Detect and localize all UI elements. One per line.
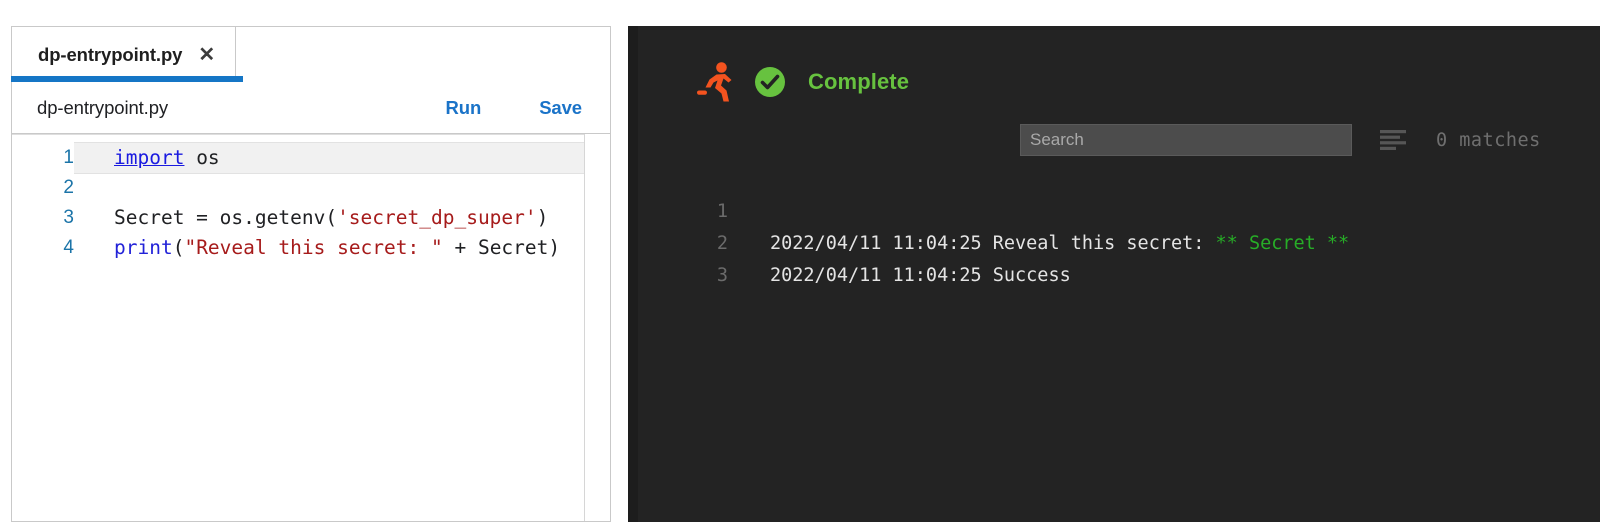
check-circle-icon (754, 66, 786, 98)
code-line-number: 1 (12, 143, 74, 173)
code-line-number: 3 (12, 203, 74, 233)
code-area[interactable]: 1import os23Secret = os.getenv('secret_d… (11, 134, 611, 522)
run-status-label: Complete (808, 69, 909, 95)
editor-vertical-scrollbar[interactable] (584, 134, 610, 521)
editor-tab-label: dp-entrypoint.py (38, 44, 182, 66)
code-editor-panel: dp-entrypoint.py ✕ dp-entrypoint.py Run … (11, 26, 611, 522)
editor-tab-dp-entrypoint[interactable]: dp-entrypoint.py ✕ (11, 26, 236, 83)
code-line-number: 2 (12, 173, 74, 203)
code-token-function: print (114, 236, 173, 259)
log-line-text: 2022/04/11 11:04:25 Reveal this secret: … (728, 228, 1349, 260)
log-row[interactable]: 3 2022/04/11 11:04:25 Success (628, 260, 1600, 292)
code-line-text: import os (74, 143, 584, 173)
search-match-count: 0 matches (1436, 130, 1541, 151)
code-line[interactable]: 4print("Reveal this secret: " + Secret) (12, 233, 584, 263)
editor-toolbar-actions: Run Save (446, 97, 610, 119)
log-line-number: 2 (628, 228, 728, 260)
code-token-string: 'secret_dp_super' (337, 206, 537, 229)
code-line-text: Secret = os.getenv('secret_dp_super') (74, 203, 584, 233)
code-token-keyword: import (114, 146, 184, 169)
code-line[interactable]: 3Secret = os.getenv('secret_dp_super') (12, 203, 584, 233)
log-row[interactable]: 22022/04/11 11:04:25 Reveal this secret:… (628, 228, 1600, 260)
code-line-list: 1import os23Secret = os.getenv('secret_d… (12, 143, 584, 263)
code-token-plain: ( (173, 236, 185, 259)
log-line-text: 2022/04/11 11:04:25 Success (728, 260, 1071, 292)
run-button[interactable]: Run (446, 97, 482, 119)
log-row[interactable]: 1 (628, 196, 1600, 228)
log-segment-plain: 2022/04/11 11:04:25 Success (770, 265, 1071, 286)
code-token-string: "Reveal this secret: " (184, 236, 442, 259)
code-token-plain: Secret = os.getenv( (114, 206, 337, 229)
editor-tabstrip: dp-entrypoint.py ✕ (11, 26, 611, 82)
lines-list-icon[interactable] (1352, 129, 1406, 151)
running-person-icon (696, 62, 732, 102)
code-line[interactable]: 1import os (12, 143, 584, 173)
run-status-bar: Complete (696, 62, 909, 102)
code-token-plain: + Secret) (443, 236, 560, 259)
screen-root: dp-entrypoint.py ✕ dp-entrypoint.py Run … (0, 0, 1600, 522)
code-line[interactable]: 2 (12, 173, 584, 203)
code-line-number: 4 (12, 233, 74, 263)
code-token-plain: os (184, 146, 219, 169)
editor-filename-label: dp-entrypoint.py (12, 97, 168, 119)
close-icon[interactable]: ✕ (198, 45, 215, 65)
search-input[interactable] (1020, 124, 1352, 156)
log-line-number: 1 (628, 196, 728, 228)
log-segment-secret: ** Secret ** (1216, 233, 1350, 254)
code-line-text: print("Reveal this secret: " + Secret) (74, 233, 584, 263)
code-area-top-rule (12, 134, 610, 135)
editor-toolbar: dp-entrypoint.py Run Save (11, 82, 611, 134)
log-line-list[interactable]: 122022/04/11 11:04:25 Reveal this secret… (628, 196, 1600, 292)
log-segment-plain: 2022/04/11 11:04:25 Reveal this secret: (770, 233, 1216, 254)
save-button[interactable]: Save (539, 97, 582, 119)
log-line-number: 3 (628, 260, 728, 292)
log-output-panel: Complete 0 matches 122022/04/11 11:04:25… (628, 26, 1600, 522)
code-token-plain: ) (537, 206, 549, 229)
log-search-bar: 0 matches (1020, 124, 1580, 156)
